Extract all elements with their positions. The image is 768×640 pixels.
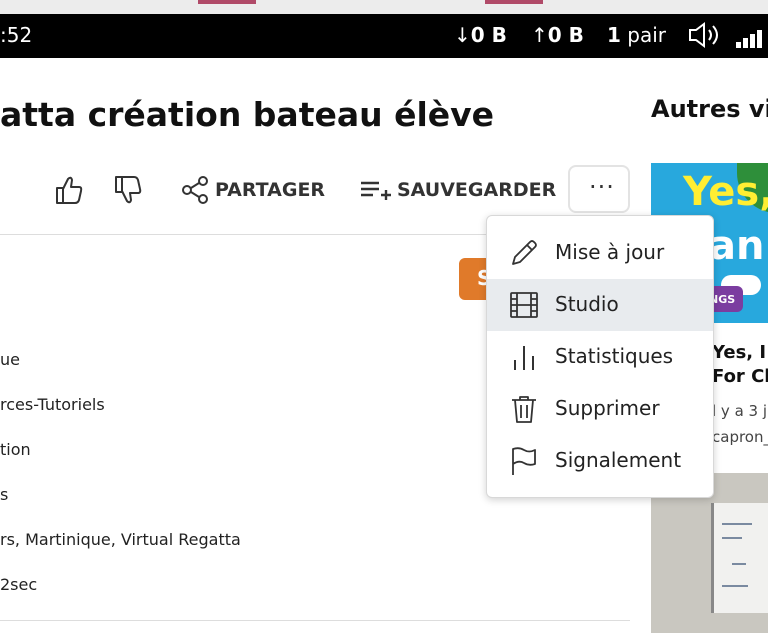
video-card-channel[interactable]: capron_ — [712, 428, 768, 446]
trash-icon — [512, 396, 536, 423]
peers-stat: 1 pair — [607, 23, 667, 47]
share-label: PARTAGER — [215, 179, 326, 201]
detail-value[interactable]: rces-Tutoriels — [0, 395, 105, 414]
more-dots-icon: ··· — [589, 173, 615, 201]
menu-item-label: Mise à jour — [555, 240, 665, 264]
other-videos-heading: Autres vid — [651, 95, 768, 123]
menu-item-studio[interactable]: Studio — [487, 279, 713, 331]
divider — [0, 620, 630, 621]
signal-icon — [736, 24, 764, 48]
menu-item-label: Signalement — [555, 448, 682, 472]
pencil-icon — [512, 240, 537, 265]
save-label: SAUVEGARDER — [397, 179, 557, 201]
more-options-button[interactable]: ··· — [568, 165, 630, 213]
flag-icon — [512, 447, 536, 475]
thumbs-up-icon — [56, 176, 83, 204]
menu-item-label: Statistiques — [555, 344, 674, 368]
detail-value: ue — [0, 350, 20, 369]
film-icon — [510, 292, 538, 318]
detail-value: s — [0, 485, 9, 504]
download-arrow-icon: ↓ — [454, 23, 471, 47]
playlist-add-icon — [361, 181, 391, 200]
status-bar: :52 ↓0 B ↑0 B 1 pair — [0, 14, 768, 58]
share-icon — [182, 176, 208, 204]
bar-chart-icon — [514, 346, 534, 370]
like-button[interactable] — [54, 170, 84, 210]
tab-indicator — [485, 0, 543, 4]
dislike-button[interactable] — [113, 170, 143, 210]
tab-indicator — [198, 0, 256, 4]
thumbnail-text: Yes, — [683, 169, 768, 215]
video-actions-bar: PARTAGER SAUVEGARDER — [0, 170, 640, 210]
menu-item-label: Supprimer — [555, 396, 660, 420]
volume-icon[interactable] — [688, 22, 724, 48]
menu-item-statistics[interactable]: Statistiques — [487, 331, 713, 383]
share-button[interactable]: PARTAGER — [181, 170, 325, 210]
thumbs-down-icon — [115, 176, 142, 204]
menu-item-delete[interactable]: Supprimer — [487, 383, 713, 435]
save-button[interactable]: SAUVEGARDER — [359, 170, 556, 210]
options-dropdown-menu: Mise à jour Studio Statistiques Supprime… — [486, 215, 714, 498]
menu-item-label: Studio — [555, 292, 619, 316]
video-card-title[interactable]: For Ch — [712, 366, 768, 387]
video-card-age: l y a 3 j — [712, 402, 768, 420]
video-title: atta création bateau élève — [0, 95, 495, 134]
menu-item-update[interactable]: Mise à jour — [487, 227, 713, 279]
upload-stat: ↑0 B — [531, 23, 584, 47]
browser-top-strip — [0, 0, 768, 14]
detail-tags[interactable]: rs, Martinique, Virtual Regatta — [0, 530, 241, 549]
thumbnail-text: an! — [709, 223, 768, 269]
whiteboard-image — [711, 503, 768, 613]
download-stat: ↓0 B — [454, 23, 507, 47]
status-time: :52 — [0, 23, 33, 47]
detail-value: tion — [0, 440, 31, 459]
detail-duration: 2sec — [0, 575, 38, 594]
menu-item-report[interactable]: Signalement — [487, 435, 713, 487]
upload-arrow-icon: ↑ — [531, 23, 548, 47]
video-card-title[interactable]: Yes, I C — [712, 342, 768, 363]
